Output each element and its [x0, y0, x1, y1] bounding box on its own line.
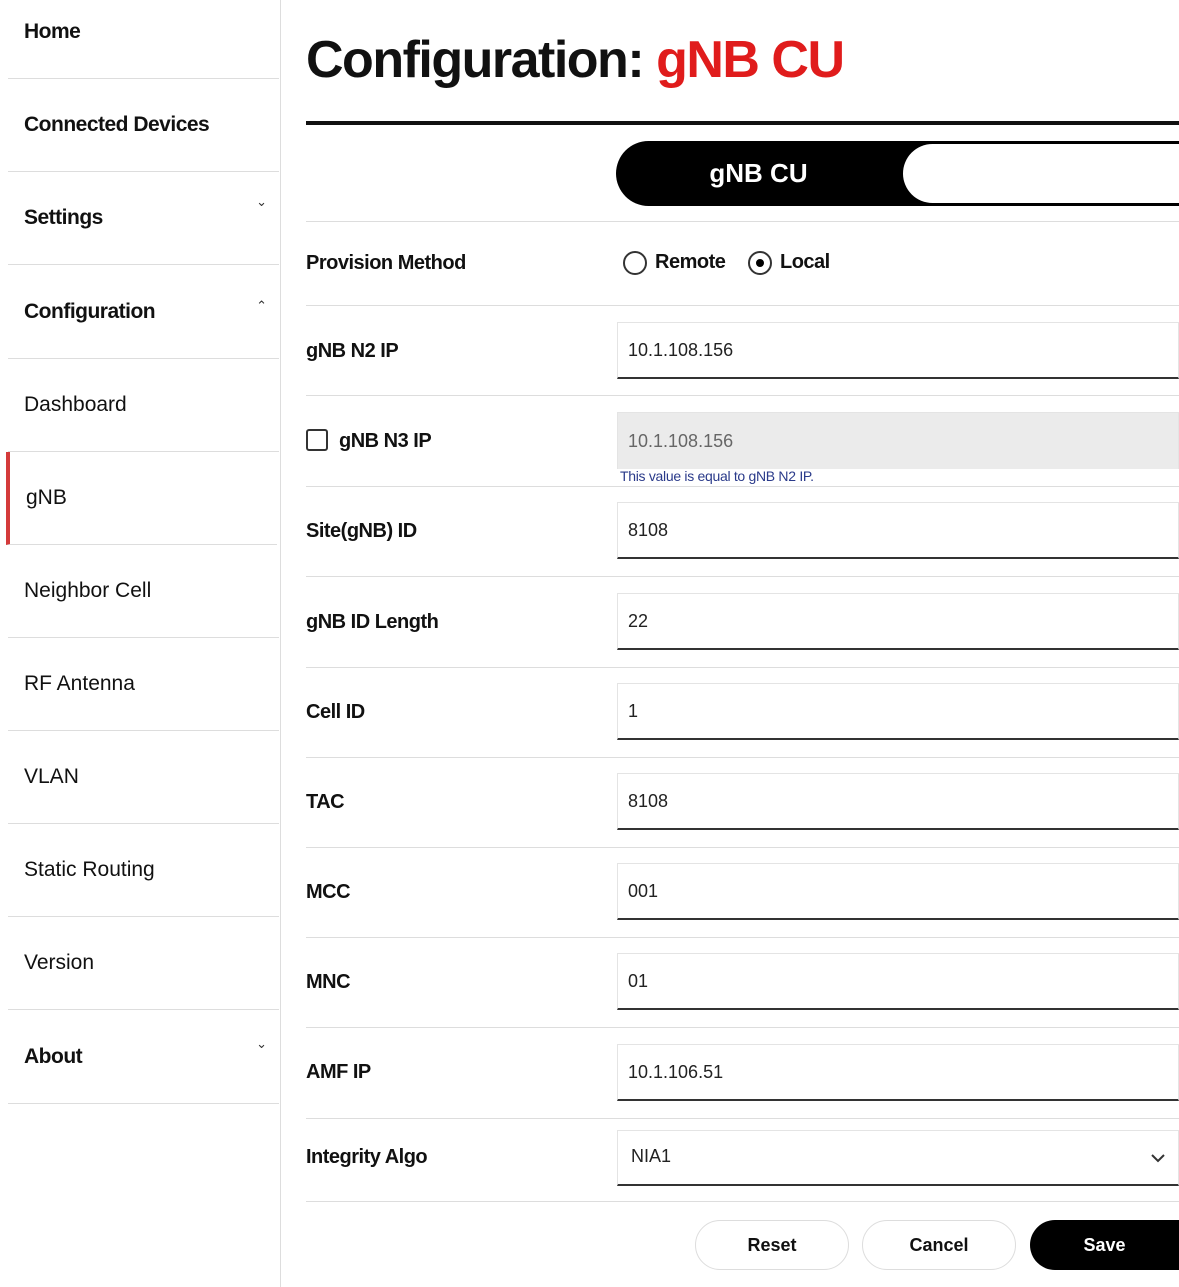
sidebar-item-label: Configuration	[24, 299, 156, 323]
chevron-down-icon	[1151, 1154, 1165, 1163]
sidebar-item-label: gNB	[26, 486, 67, 509]
radio-remote[interactable]	[623, 251, 647, 275]
sidebar-item-label: VLAN	[24, 765, 79, 788]
sidebar-item-static-routing[interactable]: Static Routing	[8, 824, 279, 917]
radio-local-label[interactable]: Local	[780, 251, 830, 274]
page-title: Configuration: gNB CU	[306, 30, 845, 90]
mcc-field[interactable]: 001	[617, 863, 1179, 920]
sidebar-item-gnb[interactable]: gNB	[6, 452, 277, 545]
sidebar-item-home[interactable]: Home	[8, 0, 279, 79]
chevron-down-icon: ⌄	[256, 1036, 267, 1051]
site-id-field[interactable]: 8108	[617, 502, 1179, 559]
tac-field[interactable]: 8108	[617, 773, 1179, 830]
integrity-algo-select[interactable]: NIA1	[617, 1130, 1179, 1186]
sidebar-item-vlan[interactable]: VLAN	[8, 731, 279, 824]
divider	[306, 1201, 1179, 1202]
toggle-option-active[interactable]: gNB CU	[616, 141, 901, 206]
divider	[306, 757, 1179, 758]
sidebar-item-dashboard[interactable]: Dashboard	[8, 359, 279, 452]
divider	[306, 1027, 1179, 1028]
gnb-n3-ip-checkbox[interactable]	[306, 429, 328, 451]
sidebar-item-label: Neighbor Cell	[24, 579, 152, 602]
sidebar-item-label: About	[24, 1044, 83, 1068]
cancel-button[interactable]: Cancel	[862, 1220, 1016, 1270]
gnb-id-length-label: gNB ID Length	[306, 611, 439, 633]
cell-id-field[interactable]: 1	[617, 683, 1179, 740]
divider	[306, 486, 1179, 487]
sidebar: Home Connected Devices Settings ⌄ Config…	[0, 0, 281, 1287]
sidebar-item-label: Dashboard	[24, 393, 127, 416]
mnc-field[interactable]: 01	[617, 953, 1179, 1010]
main-content: Configuration: gNB CU gNB CU Provision M…	[306, 0, 1179, 1287]
radio-local[interactable]	[748, 251, 772, 275]
divider	[306, 937, 1179, 938]
page-title-prefix: Configuration:	[306, 31, 645, 89]
sidebar-item-neighbor-cell[interactable]: Neighbor Cell	[8, 545, 279, 638]
sidebar-item-label: Static Routing	[24, 858, 155, 881]
chevron-down-icon: ⌄	[256, 194, 267, 209]
toggle-option-inactive[interactable]	[903, 144, 1179, 203]
divider	[306, 667, 1179, 668]
divider	[306, 305, 1179, 306]
sidebar-item-rf-antenna[interactable]: RF Antenna	[8, 638, 279, 731]
divider	[306, 221, 1179, 222]
gnb-n2-ip-field[interactable]: 10.1.108.156	[617, 322, 1179, 379]
sidebar-item-label: Connected Devices	[24, 113, 210, 136]
gnb-n2-ip-label: gNB N2 IP	[306, 340, 399, 362]
tac-label: TAC	[306, 791, 345, 813]
divider	[306, 847, 1179, 848]
sidebar-item-about[interactable]: About ⌄	[8, 1010, 279, 1104]
amf-ip-field[interactable]: 10.1.106.51	[617, 1044, 1179, 1101]
mode-toggle[interactable]: gNB CU	[616, 141, 1179, 206]
title-divider	[306, 121, 1179, 125]
mnc-label: MNC	[306, 971, 351, 993]
gnb-id-length-field[interactable]: 22	[617, 593, 1179, 650]
integrity-algo-value: NIA1	[631, 1146, 672, 1166]
sidebar-item-configuration[interactable]: Configuration ⌃	[8, 265, 279, 359]
reset-button[interactable]: Reset	[695, 1220, 849, 1270]
integrity-algo-label: Integrity Algo	[306, 1146, 428, 1168]
divider	[306, 395, 1179, 396]
provision-method-label: Provision Method	[306, 252, 466, 274]
divider	[306, 1118, 1179, 1119]
sidebar-item-connected-devices[interactable]: Connected Devices	[8, 79, 279, 172]
site-id-label: Site(gNB) ID	[306, 520, 417, 542]
chevron-up-icon: ⌃	[256, 298, 267, 313]
amf-ip-label: AMF IP	[306, 1061, 371, 1083]
radio-selected-dot	[756, 259, 764, 267]
gnb-n3-ip-label: gNB N3 IP	[339, 430, 432, 452]
sidebar-item-version[interactable]: Version	[8, 917, 279, 1010]
mcc-label: MCC	[306, 881, 351, 903]
sidebar-item-label: Settings	[24, 206, 103, 229]
sidebar-item-label: RF Antenna	[24, 672, 135, 695]
gnb-n3-ip-field: 10.1.108.156	[617, 412, 1179, 469]
cell-id-label: Cell ID	[306, 701, 365, 723]
sidebar-item-label: Version	[24, 951, 95, 974]
gnb-n3-ip-hint: This value is equal to gNB N2 IP.	[620, 468, 814, 484]
divider	[306, 576, 1179, 577]
sidebar-item-settings[interactable]: Settings ⌄	[8, 172, 279, 265]
sidebar-item-label: Home	[24, 20, 81, 43]
page-title-highlight: gNB CU	[656, 31, 845, 89]
radio-remote-label[interactable]: Remote	[655, 251, 726, 274]
save-button[interactable]: Save	[1030, 1220, 1179, 1270]
